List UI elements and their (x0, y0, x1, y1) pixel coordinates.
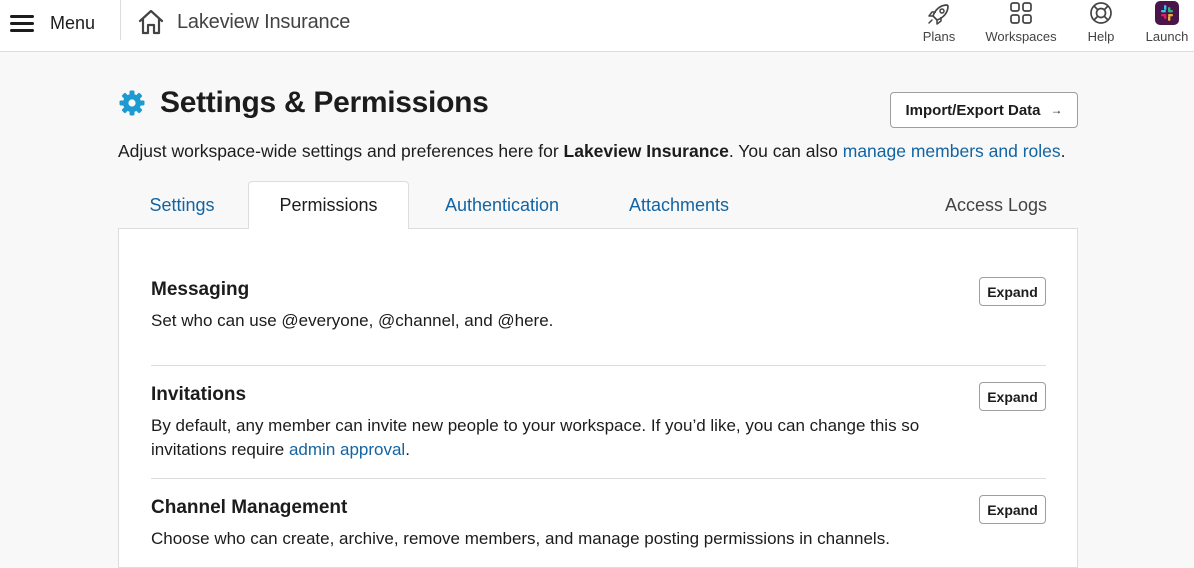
tab-permissions[interactable]: Permissions (248, 181, 409, 229)
subtitle-prefix: Adjust workspace-wide settings and prefe… (118, 141, 564, 161)
tab-authentication[interactable]: Authentication (418, 181, 586, 229)
workspace-name: Lakeview Insurance (177, 10, 351, 33)
page-heading: Settings & Permissions (160, 86, 489, 119)
section-title: Channel Management (151, 497, 348, 518)
description-suffix: . (405, 440, 410, 459)
tab-access-logs[interactable]: Access Logs (926, 181, 1066, 229)
expand-invitations-button[interactable]: Expand (979, 382, 1046, 411)
section-divider (151, 365, 1046, 366)
section-description: Set who can use @everyone, @channel, and… (151, 311, 554, 330)
description-prefix: By default, any member can invite new pe… (151, 416, 920, 459)
section-title: Messaging (151, 279, 250, 300)
section-title: Invitations (151, 384, 247, 405)
menu-label: Menu (50, 12, 96, 33)
subtitle-workspace: Lakeview Insurance (563, 141, 729, 161)
tab-settings[interactable]: Settings (118, 181, 246, 229)
top-bar: Menu Lakeview Insurance Plans Workspaces (0, 0, 1194, 52)
workspace-home-link[interactable]: Lakeview Insurance (137, 4, 350, 40)
page-subtitle: Adjust workspace-wide settings and prefe… (118, 141, 1066, 162)
section-description: By default, any member can invite new pe… (151, 414, 941, 462)
expand-messaging-button[interactable]: Expand (979, 277, 1046, 306)
section-description: Choose who can create, archive, remove m… (151, 529, 890, 548)
help-button[interactable]: Help (1078, 0, 1124, 52)
workspaces-button[interactable]: Workspaces (980, 0, 1062, 52)
import-export-label: Import/Export Data (905, 101, 1041, 119)
menu-button[interactable]: Menu (10, 8, 95, 38)
launch-button[interactable]: Launch (1142, 0, 1192, 52)
workspaces-label: Workspaces (985, 29, 1057, 44)
gear-icon (119, 90, 145, 116)
grid-icon (1010, 2, 1032, 24)
import-export-button[interactable]: Import/Export Data → (890, 92, 1078, 128)
invitations-section: Invitations By default, any member can i… (151, 382, 1046, 462)
section-divider (151, 478, 1046, 479)
expand-channel-management-button[interactable]: Expand (979, 495, 1046, 524)
arrow-right-icon: → (1050, 103, 1063, 117)
tab-attachments[interactable]: Attachments (602, 181, 756, 229)
channel-management-section: Channel Management Choose who can create… (151, 495, 1046, 551)
admin-approval-link[interactable]: admin approval (289, 440, 405, 459)
messaging-section: Messaging Set who can use @everyone, @ch… (151, 277, 1046, 333)
plans-label: Plans (922, 29, 956, 44)
subtitle-middle: . You can also (728, 141, 843, 161)
page-title: Settings & Permissions (118, 86, 489, 120)
permissions-panel: Messaging Set who can use @everyone, @ch… (118, 228, 1078, 568)
manage-members-link[interactable]: manage members and roles (843, 141, 1061, 161)
home-icon (138, 9, 164, 35)
slack-logo-icon (1155, 1, 1179, 25)
launch-label: Launch (1145, 29, 1189, 44)
lifebuoy-icon (1090, 2, 1112, 24)
plans-button[interactable]: Plans (913, 0, 965, 52)
hamburger-icon (10, 14, 34, 32)
help-label: Help (1087, 29, 1115, 44)
rocket-icon (928, 4, 949, 25)
subtitle-suffix: . (1060, 141, 1066, 161)
topbar-divider (120, 0, 121, 40)
